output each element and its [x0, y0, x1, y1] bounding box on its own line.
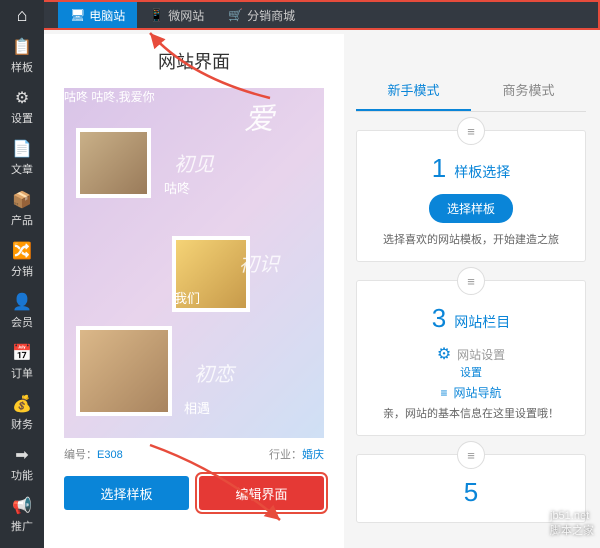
preview-love: 爱	[244, 94, 274, 138]
sidebar-item-label: 文章	[11, 161, 33, 177]
step-title: 网站栏目	[454, 312, 510, 332]
action-row: 选择样板 编辑界面	[44, 470, 344, 516]
step-tip: 亲，网站的基本信息在这里设置哦！	[369, 405, 573, 421]
preview-photo	[76, 128, 151, 198]
tab-business[interactable]: 商务模式	[471, 70, 586, 111]
sidebar-item-label: 财务	[11, 416, 33, 432]
gear-icon: ⚙	[437, 344, 451, 364]
finance-icon: 💰	[12, 394, 32, 414]
list-icon: ≡	[457, 441, 485, 469]
article-icon: 📄	[12, 139, 32, 159]
template-category: 行业：婚庆	[269, 446, 324, 462]
preview-us: 我们	[174, 288, 200, 307]
sidebar: ⌂ 📋 样板 ⚙ 设置 📄 文章 📦 产品 🔀 分销 👤 会员 📅 订单 💰 财务 ➡ 功能 📢 推…	[0, 0, 44, 548]
sidebar-item-settings[interactable]: ⚙ 设置	[0, 81, 44, 132]
card-select-template-button[interactable]: 选择样板	[429, 194, 513, 223]
order-icon: 📅	[12, 343, 32, 363]
menu-icon: ≡	[440, 386, 447, 400]
sidebar-item-template[interactable]: 📋 样板	[0, 30, 44, 81]
gear-icon: ⚙	[15, 88, 29, 108]
sidebar-item-label: 分销	[11, 263, 33, 279]
right-panel: 新手模式 商务模式 ≡ 1样板选择 选择样板 选择喜欢的网站模板，开始建造之旅 …	[356, 70, 586, 523]
step-link-label: 网站导航	[454, 384, 502, 401]
topbar-tab-mobile[interactable]: 📱 微网站	[137, 2, 216, 28]
select-template-button[interactable]: 选择样板	[64, 476, 189, 510]
step-title: 样板选择	[454, 162, 510, 182]
sidebar-item-label: 功能	[11, 467, 33, 483]
list-icon: ≡	[457, 267, 485, 295]
template-meta: 编号：E308 行业：婚庆	[44, 438, 344, 470]
sidebar-item-label: 设置	[11, 110, 33, 126]
phone-icon: 📱	[149, 8, 164, 22]
topbar-tab-label: 电脑站	[89, 7, 125, 24]
sidebar-item-order[interactable]: 📅 订单	[0, 336, 44, 387]
preview-gudo: 咕咚	[164, 178, 190, 197]
sidebar-item-label: 会员	[11, 314, 33, 330]
sidebar-item-article[interactable]: 📄 文章	[0, 132, 44, 183]
topbar: 🖥 电脑站 📱 微网站 🛒 分销商城	[0, 0, 600, 30]
step-link-nav[interactable]: ≡ 网站导航	[369, 384, 573, 401]
promotion-icon: 📢	[12, 496, 32, 516]
tab-novice[interactable]: 新手模式	[356, 70, 471, 111]
preview-slogan: 咕咚 咕咚,我爱你	[64, 88, 324, 105]
sidebar-item-label: 样板	[11, 59, 33, 75]
member-icon: 👤	[12, 292, 32, 312]
sidebar-item-function[interactable]: ➡ 功能	[0, 438, 44, 489]
step-link-settings[interactable]: ⚙ 网站设置	[369, 344, 573, 364]
watermark: jb51.net 脚本之家	[550, 510, 594, 538]
main-panel: 网站界面 咕咚 咕咚,我爱你 爱 初见 咕咚 初识 我们 初恋 相遇 编号：E3…	[44, 34, 344, 548]
mode-tabs: 新手模式 商务模式	[356, 70, 586, 112]
preview-know: 初识	[239, 248, 279, 277]
product-icon: 📦	[12, 190, 32, 210]
template-icon: 📋	[12, 37, 32, 57]
page-title: 网站界面	[44, 34, 344, 88]
step-tip: 选择喜欢的网站模板，开始建造之旅	[369, 231, 573, 247]
edit-ui-button[interactable]: 编辑界面	[199, 476, 324, 510]
function-icon: ➡	[15, 445, 28, 465]
sidebar-item-label: 订单	[11, 365, 33, 381]
sidebar-item-promotion[interactable]: 📢 推广	[0, 489, 44, 540]
preview-meet: 初见	[174, 148, 214, 177]
preview-photo	[76, 326, 172, 416]
step-link-settings-label: 设置	[369, 364, 573, 380]
sidebar-item-member[interactable]: 👤 会员	[0, 285, 44, 336]
distribution-icon: 🔀	[12, 241, 32, 261]
topbar-tab-label: 分销商城	[247, 7, 295, 24]
template-code: 编号：E308	[64, 446, 123, 462]
preview-see: 相遇	[184, 398, 210, 417]
sidebar-item-product[interactable]: 📦 产品	[0, 183, 44, 234]
preview-first: 初恋	[194, 358, 234, 387]
step-number: 5	[464, 477, 478, 508]
sidebar-item-label: 推广	[11, 518, 33, 534]
step-card-1: ≡ 1样板选择 选择样板 选择喜欢的网站模板，开始建造之旅	[356, 130, 586, 262]
sidebar-item-label: 产品	[11, 212, 33, 228]
step-card-3: ≡ 3 网站栏目 ⚙ 网站设置 设置 ≡ 网站导航 亲，网站的基本信息在这里设置哦！	[356, 280, 586, 436]
sidebar-item-finance[interactable]: 💰 财务	[0, 387, 44, 438]
list-icon: ≡	[457, 117, 485, 145]
topbar-tab-mall[interactable]: 🛒 分销商城	[216, 2, 307, 28]
topbar-tab-pc[interactable]: 🖥 电脑站	[58, 2, 137, 28]
step-number: 1	[432, 153, 446, 184]
template-preview: 咕咚 咕咚,我爱你 爱 初见 咕咚 初识 我们 初恋 相遇	[64, 88, 324, 438]
sidebar-item-distribution[interactable]: 🔀 分销	[0, 234, 44, 285]
mall-icon: 🛒	[228, 8, 243, 22]
step-link-label: 网站设置	[457, 346, 505, 363]
topbar-tab-label: 微网站	[168, 7, 204, 24]
monitor-icon: 🖥	[70, 8, 85, 22]
home-icon[interactable]: ⌂	[0, 0, 44, 30]
step-number: 3	[432, 303, 446, 334]
